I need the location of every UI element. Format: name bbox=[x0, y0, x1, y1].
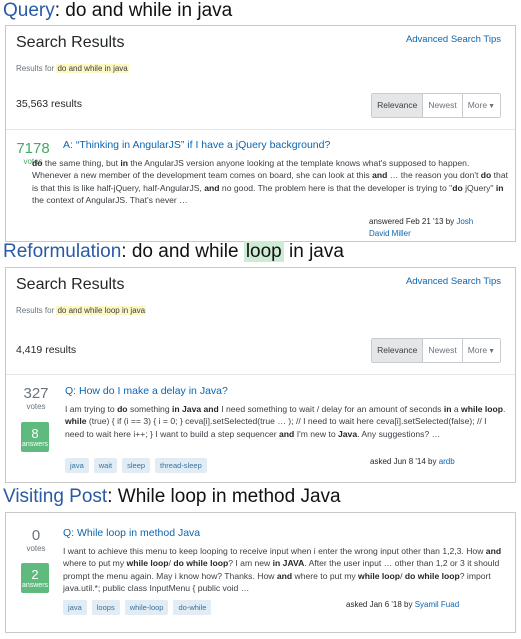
vote-count: 0 votes bbox=[15, 527, 57, 553]
tab-newest[interactable]: Newest bbox=[422, 339, 462, 362]
caret-down-icon: ▼ bbox=[488, 348, 495, 355]
results-separator bbox=[6, 374, 515, 375]
query-highlight: do and while loop in java bbox=[56, 306, 147, 315]
result-excerpt: do the same thing, but in the AngularJS … bbox=[32, 158, 509, 205]
tab-more-label: More bbox=[467, 100, 488, 110]
tab-more[interactable]: More▼ bbox=[461, 94, 500, 117]
result-meta: answered Feb 21 '13 by Josh David Miller bbox=[369, 216, 509, 240]
tag-thread-sleep[interactable]: thread-sleep bbox=[155, 458, 207, 473]
sort-tabs: Relevance Newest More▼ bbox=[371, 93, 501, 118]
reformulation-heading-post: in java bbox=[283, 241, 344, 262]
results-for-text: Results for do and while in java bbox=[16, 64, 129, 73]
results-count: 4,419 results bbox=[16, 344, 77, 356]
result-meta-prefix: answered Feb 21 '13 by bbox=[369, 217, 457, 226]
author-link[interactable]: ardb bbox=[439, 457, 455, 466]
tab-more[interactable]: More▼ bbox=[461, 339, 500, 362]
answer-label: answers bbox=[21, 582, 49, 589]
tag-do-while[interactable]: do-while bbox=[173, 600, 212, 615]
search-results-title: Search Results bbox=[16, 34, 125, 51]
reformulation-heading-label: Reformulation bbox=[3, 241, 122, 262]
tag-list: java wait sleep thread-sleep bbox=[65, 458, 207, 473]
result-title-link[interactable]: Q: How do I make a delay in Java? bbox=[65, 385, 228, 397]
answer-number: 2 bbox=[31, 567, 39, 582]
results-separator bbox=[6, 129, 515, 130]
caret-down-icon: ▼ bbox=[488, 103, 495, 110]
tab-relevance[interactable]: Relevance bbox=[372, 94, 423, 117]
tag-while-loop[interactable]: while-loop bbox=[124, 600, 169, 615]
tag-wait[interactable]: wait bbox=[93, 458, 118, 473]
reformulation-heading-pre: : do and while bbox=[121, 241, 244, 262]
query-heading: Query: do and while in java bbox=[3, 0, 232, 22]
author-link-line2[interactable]: David Miller bbox=[369, 229, 411, 238]
visiting-post-panel: 0 votes 2 answers Q: While loop in metho… bbox=[5, 512, 516, 633]
result-excerpt: I am trying to do something in Java and … bbox=[65, 404, 506, 439]
result-title-link[interactable]: Q: While loop in method Java bbox=[63, 527, 200, 539]
reformulation-results-panel: Search Results Advanced Search Tips Resu… bbox=[5, 267, 516, 483]
tab-relevance[interactable]: Relevance bbox=[372, 339, 423, 362]
visiting-heading: Visiting Post: While loop in method Java bbox=[3, 486, 341, 508]
reformulation-heading: Reformulation: do and while loop in java bbox=[3, 241, 344, 263]
sort-tabs: Relevance Newest More▼ bbox=[371, 338, 501, 363]
results-count: 35,563 results bbox=[16, 98, 82, 110]
vote-count: 327 votes bbox=[15, 385, 57, 411]
results-for-prefix: Results for bbox=[16, 64, 57, 73]
result-meta: asked Jan 6 '18 by Syamil Fuad bbox=[346, 599, 459, 611]
vote-label: votes bbox=[26, 544, 46, 553]
query-heading-label: Query bbox=[3, 0, 55, 21]
vote-number: 0 bbox=[31, 527, 41, 544]
tag-loops[interactable]: loops bbox=[91, 600, 120, 615]
query-highlight: do and while in java bbox=[56, 64, 129, 73]
vote-label: votes bbox=[26, 402, 46, 411]
search-results-title: Search Results bbox=[16, 276, 125, 293]
tag-list: java loops while-loop do-while bbox=[63, 600, 212, 615]
advanced-search-tips-link[interactable]: Advanced Search Tips bbox=[406, 276, 501, 287]
result-title-link[interactable]: A: “Thinking in AngularJS” if I have a j… bbox=[63, 139, 330, 151]
result-meta: asked Jun 8 '14 by ardb bbox=[370, 456, 455, 468]
result-meta-prefix: asked Jun 8 '14 by bbox=[370, 457, 439, 466]
tag-sleep[interactable]: sleep bbox=[122, 458, 151, 473]
result-meta-prefix: asked Jan 6 '18 by bbox=[346, 600, 415, 609]
tag-java[interactable]: java bbox=[65, 458, 89, 473]
answer-count-badge: 2 answers bbox=[21, 563, 49, 593]
results-for-text: Results for do and while loop in java bbox=[16, 306, 147, 315]
author-link[interactable]: Syamil Fuad bbox=[415, 600, 459, 609]
advanced-search-tips-link[interactable]: Advanced Search Tips bbox=[406, 34, 501, 45]
result-excerpt: I want to achieve this menu to keep loop… bbox=[63, 546, 502, 593]
query-heading-text: : do and while in java bbox=[54, 0, 233, 21]
tab-newest[interactable]: Newest bbox=[422, 94, 462, 117]
answer-number: 8 bbox=[31, 426, 39, 441]
vote-number: 327 bbox=[23, 385, 49, 402]
answer-label: answers bbox=[21, 441, 49, 448]
query-results-panel: Search Results Advanced Search Tips Resu… bbox=[5, 25, 516, 242]
tab-more-label: More bbox=[467, 345, 488, 355]
visiting-heading-text: : While loop in method Java bbox=[107, 486, 341, 507]
tag-java[interactable]: java bbox=[63, 600, 87, 615]
answer-count-badge: 8 answers bbox=[21, 422, 49, 452]
author-link[interactable]: Josh bbox=[456, 217, 473, 226]
visiting-heading-label: Visiting Post bbox=[3, 486, 108, 507]
reformulation-added-term: loop bbox=[243, 241, 284, 262]
vote-number: 7178 bbox=[16, 140, 50, 157]
results-for-prefix: Results for bbox=[16, 306, 57, 315]
